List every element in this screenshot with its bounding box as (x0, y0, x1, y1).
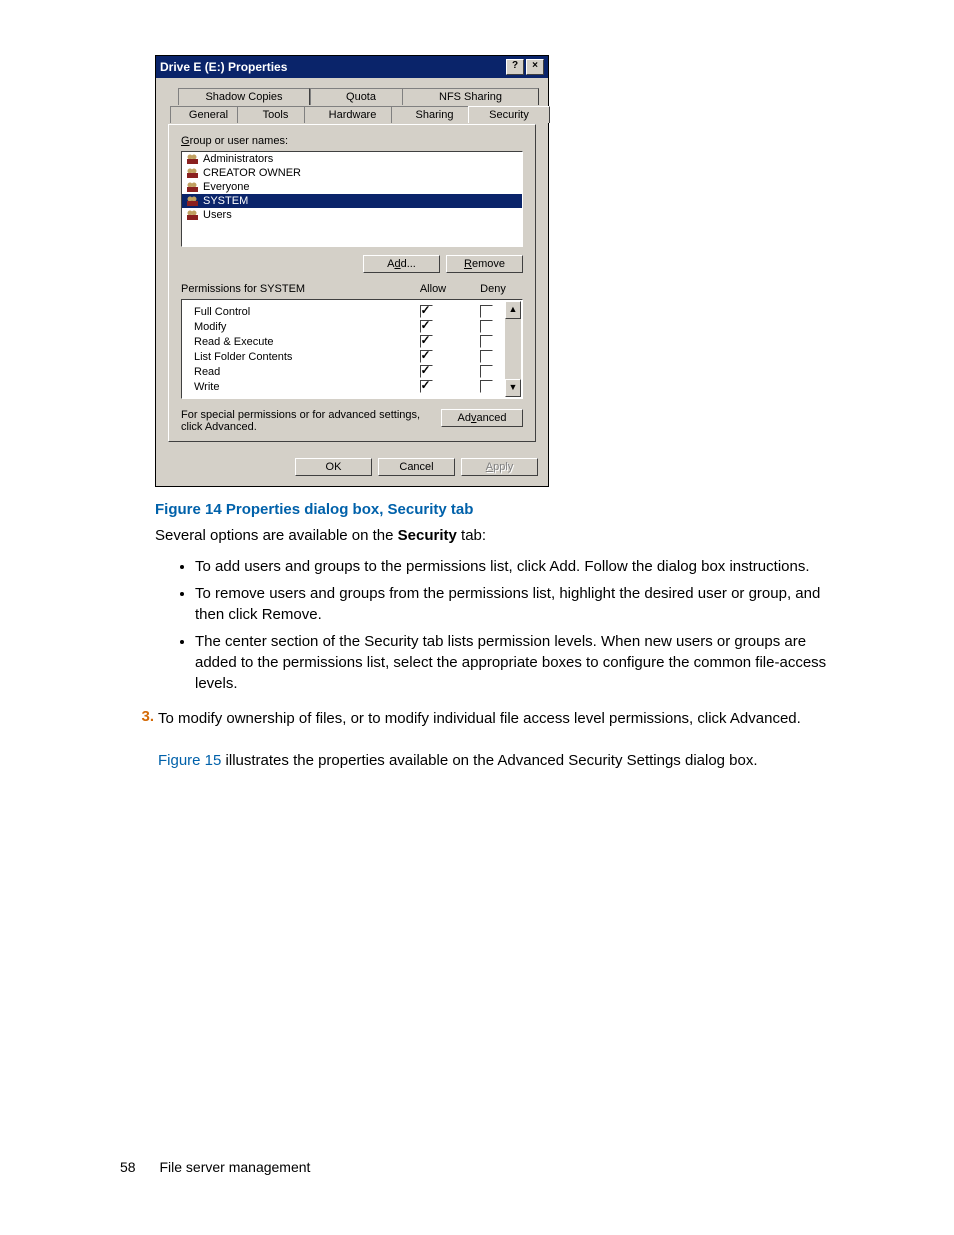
intro-paragraph: Several options are available on the Sec… (155, 526, 834, 546)
ordered-step: 3. To modify ownership of files, or to m… (120, 708, 834, 771)
list-item[interactable]: SYSTEM (182, 194, 522, 208)
allow-checkbox[interactable] (420, 380, 433, 393)
advanced-hint: For special permissions or for advanced … (181, 409, 431, 433)
properties-dialog: Drive E (E:) Properties ? × Shadow Copie… (155, 55, 549, 487)
group-user-label: Group or user names: (181, 135, 523, 147)
tab-general[interactable]: General (170, 106, 247, 123)
allow-checkbox[interactable] (420, 320, 433, 333)
tab-sharing[interactable]: Sharing (391, 106, 478, 123)
apply-button[interactable]: Apply (461, 458, 538, 476)
help-button[interactable]: ? (506, 59, 524, 75)
deny-checkbox[interactable] (480, 335, 493, 348)
dialog-titlebar: Drive E (E:) Properties ? × (156, 56, 548, 78)
bullet-item: To remove users and groups from the perm… (195, 583, 834, 625)
group-icon (186, 153, 199, 165)
page-footer: 58 File server management (120, 1159, 310, 1175)
deny-checkbox[interactable] (480, 320, 493, 333)
tab-tools[interactable]: Tools (237, 106, 314, 123)
group-icon (186, 209, 199, 221)
allow-checkbox[interactable] (420, 365, 433, 378)
group-icon (186, 195, 199, 207)
user-list[interactable]: Administrators CREATOR OWNER Everyone SY… (181, 151, 523, 247)
group-icon (186, 167, 199, 179)
figure-caption: Figure 14 Properties dialog box, Securit… (155, 501, 854, 518)
perm-row: Full Control (182, 304, 522, 319)
perm-row: Write (182, 379, 522, 394)
perm-row: List Folder Contents (182, 349, 522, 364)
scroll-up-icon[interactable]: ▲ (505, 301, 521, 319)
bullet-list: To add users and groups to the permissio… (175, 556, 834, 694)
section-name: File server management (159, 1159, 310, 1175)
allow-checkbox[interactable] (420, 350, 433, 363)
remove-button[interactable]: Remove (446, 255, 523, 273)
scrollbar[interactable]: ▲ ▼ (505, 301, 521, 397)
list-item[interactable]: Administrators (182, 152, 522, 166)
tab-nfs-sharing[interactable]: NFS Sharing (402, 88, 539, 105)
deny-checkbox[interactable] (480, 380, 493, 393)
perm-row: Modify (182, 319, 522, 334)
allow-checkbox[interactable] (420, 305, 433, 318)
ok-button[interactable]: OK (295, 458, 372, 476)
permissions-header: Permissions for SYSTEM Allow Deny (181, 283, 523, 295)
group-icon (186, 181, 199, 193)
perm-row: Read & Execute (182, 334, 522, 349)
list-item[interactable]: Users (182, 208, 522, 222)
scroll-down-icon[interactable]: ▼ (505, 379, 521, 397)
permissions-list: Full Control Modify Read & Execute (181, 299, 523, 399)
list-item[interactable]: CREATOR OWNER (182, 166, 522, 180)
allow-checkbox[interactable] (420, 335, 433, 348)
deny-checkbox[interactable] (480, 365, 493, 378)
deny-checkbox[interactable] (480, 305, 493, 318)
tab-hardware[interactable]: Hardware (304, 106, 401, 123)
close-button[interactable]: × (526, 59, 544, 75)
cancel-button[interactable]: Cancel (378, 458, 455, 476)
bullet-item: To add users and groups to the permissio… (195, 556, 834, 577)
tab-shadow-copies[interactable]: Shadow Copies (178, 88, 310, 105)
list-item[interactable]: Everyone (182, 180, 522, 194)
advanced-button[interactable]: Advanced (441, 409, 523, 427)
add-button[interactable]: Add... (363, 255, 440, 273)
dialog-title: Drive E (E:) Properties (160, 60, 504, 74)
figure-link[interactable]: Figure 15 (158, 752, 221, 769)
perm-row: Read (182, 364, 522, 379)
bullet-item: The center section of the Security tab l… (195, 631, 834, 694)
deny-checkbox[interactable] (480, 350, 493, 363)
tab-security[interactable]: Security (468, 106, 550, 123)
security-panel: Group or user names: Administrators CREA… (168, 124, 536, 442)
tab-strip: Shadow Copies Quota NFS Sharing General … (170, 88, 534, 124)
tab-quota[interactable]: Quota (310, 88, 412, 105)
page-number: 58 (120, 1159, 136, 1175)
